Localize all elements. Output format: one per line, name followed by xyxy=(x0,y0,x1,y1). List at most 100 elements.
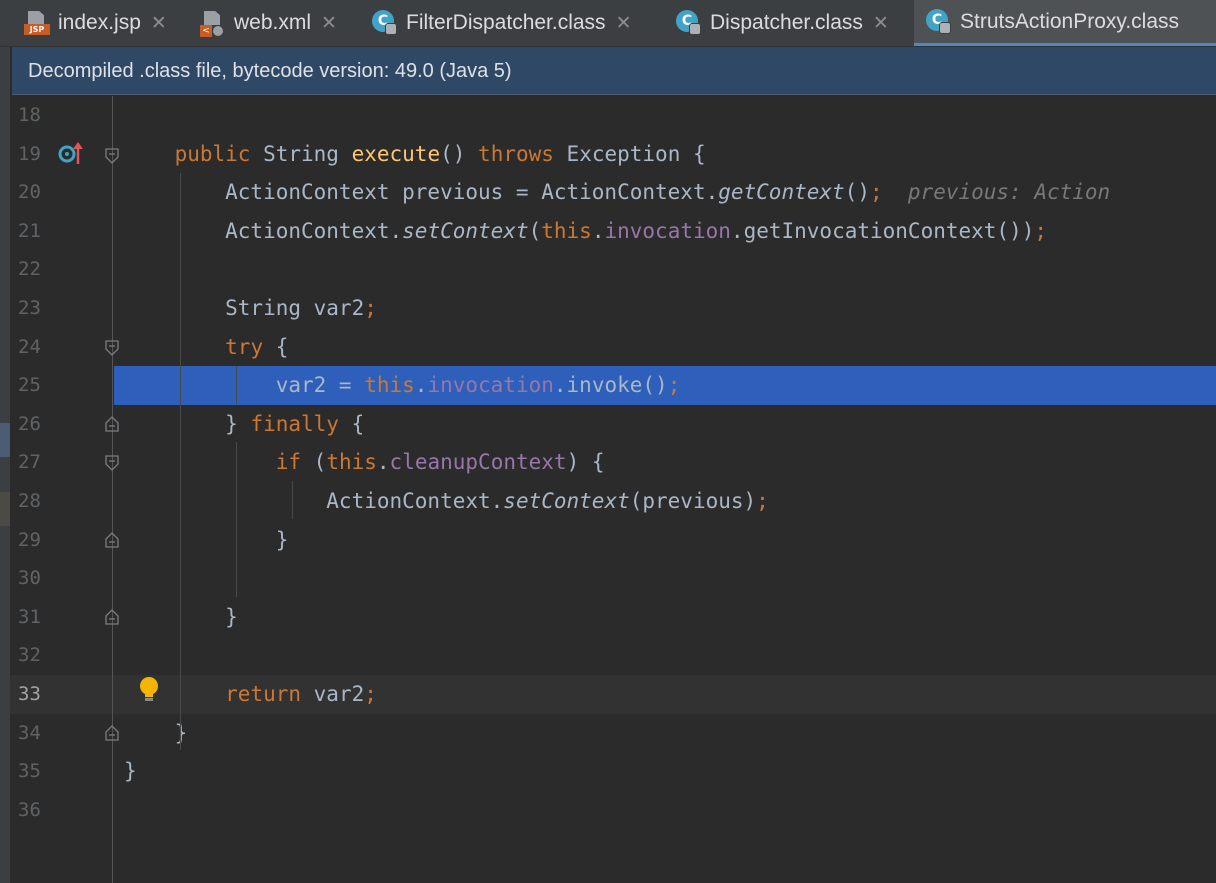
lightbulb-icon[interactable] xyxy=(138,676,160,702)
overrides-method-icon[interactable] xyxy=(58,140,84,166)
code-line[interactable]: 24 try { xyxy=(10,328,1216,367)
fold-end-icon[interactable] xyxy=(105,609,119,625)
code-line[interactable]: 35} xyxy=(10,752,1216,791)
tab-filterdispatcher-class[interactable]: C FilterDispatcher.class ✕ xyxy=(372,0,662,46)
code-token: ; xyxy=(667,373,681,398)
code-line[interactable]: 36 xyxy=(10,791,1216,830)
left-tool-strip xyxy=(0,47,10,883)
tab-label: web.xml xyxy=(234,11,312,34)
line-number: 18 xyxy=(18,104,41,126)
code-token: } xyxy=(124,527,289,552)
line-number: 34 xyxy=(18,721,41,744)
tab-index-jsp[interactable]: JSP index.jsp ✕ xyxy=(24,0,192,46)
decompiled-info-banner: Decompiled .class file, bytecode version… xyxy=(12,47,1216,95)
code-line[interactable]: 23 String var2; xyxy=(10,289,1216,328)
code-token: this xyxy=(326,450,377,475)
tab-dispatcher-class[interactable]: C Dispatcher.class ✕ xyxy=(676,0,906,46)
close-icon[interactable]: ✕ xyxy=(151,12,167,35)
indent-guide xyxy=(236,366,237,404)
code-text: return var2; xyxy=(124,675,377,714)
code-line[interactable]: 22 xyxy=(10,250,1216,289)
code-token: throws xyxy=(478,141,554,166)
code-token: cleanupContext xyxy=(389,450,567,475)
class-file-icon: C xyxy=(676,9,704,37)
code-line[interactable]: 29 } xyxy=(10,521,1216,560)
line-number: 27 xyxy=(18,451,41,474)
gutter-separator xyxy=(112,96,113,883)
close-icon[interactable]: ✕ xyxy=(873,12,889,35)
code-text: public String execute() throws Exception… xyxy=(124,135,706,174)
code-text: ActionContext previous = ActionContext.g… xyxy=(124,173,1110,212)
code-token: ; xyxy=(756,489,769,513)
fold-icon[interactable] xyxy=(105,455,119,471)
code-token: () xyxy=(440,141,479,166)
code-line[interactable]: 18 xyxy=(10,96,1216,135)
code-token: this xyxy=(541,218,592,243)
code-text: ActionContext.setContext(this.invocation… xyxy=(124,212,1047,251)
code-line[interactable]: 21 ActionContext.setContext(this.invocat… xyxy=(10,212,1216,251)
code-line[interactable]: 28 ActionContext.setContext(previous); xyxy=(10,482,1216,521)
code-line[interactable]: 25 var2 = this.invocation.invoke(); xyxy=(10,366,1216,405)
marker xyxy=(0,423,10,457)
code-token: ( xyxy=(301,450,327,475)
code-line[interactable]: 20 ActionContext previous = ActionContex… xyxy=(10,173,1216,212)
code-token: (previous) xyxy=(629,489,757,513)
fold-icon[interactable] xyxy=(105,340,119,356)
code-token: ; xyxy=(869,180,883,205)
line-number: 19 xyxy=(18,142,41,165)
class-file-icon: C xyxy=(372,9,400,37)
code-token: { xyxy=(338,411,365,436)
code-token: . xyxy=(376,450,390,475)
code-line[interactable]: 30 xyxy=(10,559,1216,598)
code-token: } xyxy=(124,411,251,436)
code-token: Exception { xyxy=(553,141,706,166)
code-token: return xyxy=(225,682,302,706)
close-icon[interactable]: ✕ xyxy=(321,12,337,35)
code-token: } xyxy=(124,720,188,745)
code-token: getContext xyxy=(718,180,845,205)
code-token: ; xyxy=(364,682,377,706)
code-token: .invoke() xyxy=(553,373,668,398)
code-token: { xyxy=(263,334,289,359)
code-line[interactable]: 26 } finally { xyxy=(10,405,1216,444)
fold-end-icon[interactable] xyxy=(105,416,119,432)
code-line[interactable]: 31 } xyxy=(10,598,1216,637)
code-token: setContext xyxy=(503,489,630,513)
line-number: 29 xyxy=(18,528,41,551)
code-token: try xyxy=(225,334,264,359)
close-icon[interactable]: ✕ xyxy=(616,12,632,35)
tab-label: index.jsp xyxy=(58,11,141,34)
fold-icon[interactable] xyxy=(105,148,119,164)
code-line[interactable]: 32 xyxy=(10,636,1216,675)
line-number: 26 xyxy=(18,412,41,435)
code-token: var2 xyxy=(301,682,365,706)
code-token: public xyxy=(174,141,251,166)
line-number: 28 xyxy=(18,490,41,512)
line-number: 31 xyxy=(18,605,41,628)
line-number: 22 xyxy=(18,258,41,281)
line-number: 30 xyxy=(18,567,41,590)
class-file-icon: C xyxy=(926,8,954,36)
code-line[interactable]: 33 return var2; xyxy=(10,675,1216,714)
code-editor[interactable]: 18 19 public String execute() throws Exce… xyxy=(10,96,1216,883)
code-token: } xyxy=(124,759,137,784)
code-token: invocation xyxy=(604,218,731,243)
marker xyxy=(0,492,10,526)
code-text: } xyxy=(124,521,289,560)
tab-label: StrutsActionProxy.class xyxy=(960,9,1180,33)
code-token: ActionContext previous = ActionContext. xyxy=(124,180,719,205)
code-line[interactable]: 19 public String execute() throws Except… xyxy=(10,135,1216,174)
tab-strutsactionproxy-class[interactable]: C StrutsActionProxy.class xyxy=(914,0,1216,46)
code-line[interactable]: 27 if (this.cleanupContext) { xyxy=(10,443,1216,482)
fold-end-icon[interactable] xyxy=(105,725,119,741)
code-token: invocation xyxy=(427,373,554,398)
line-number: 25 xyxy=(18,374,41,397)
banner-text: Decompiled .class file, bytecode version… xyxy=(28,60,512,82)
code-line[interactable]: 34 } xyxy=(10,714,1216,753)
code-text: String var2; xyxy=(124,289,377,328)
tab-label: FilterDispatcher.class xyxy=(406,11,606,34)
fold-end-icon[interactable] xyxy=(105,532,119,548)
code-text: } xyxy=(124,714,188,753)
tab-web-xml[interactable]: < web.xml ✕ xyxy=(200,0,360,46)
code-token: String var2 xyxy=(124,296,365,320)
